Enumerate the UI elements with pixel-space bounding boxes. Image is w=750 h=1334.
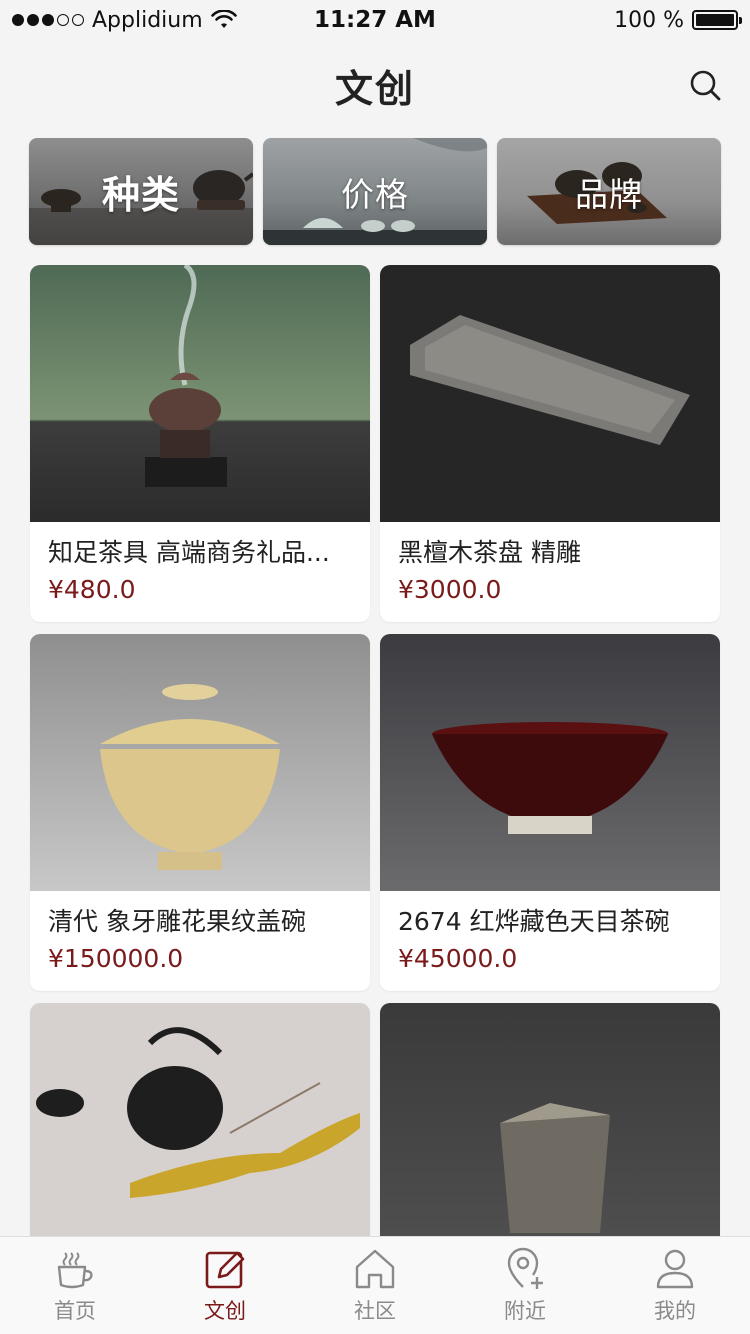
ivory-bowl-image	[30, 634, 370, 891]
tab-label: 我的	[654, 1299, 696, 1323]
tenmoku-bowl-image	[380, 634, 720, 891]
tab-label: 附近	[504, 1299, 546, 1323]
search-icon[interactable]	[688, 68, 722, 102]
product-price: ¥3000.0	[398, 575, 502, 604]
tab-creative[interactable]: 文创	[150, 1237, 300, 1334]
filter-brand-tile[interactable]: 品牌	[497, 138, 721, 245]
product-price: ¥45000.0	[398, 944, 518, 973]
location-icon	[507, 1247, 543, 1289]
tab-label: 文创	[204, 1299, 246, 1323]
tab-label: 社区	[354, 1299, 396, 1323]
filter-category-label: 种类	[101, 173, 180, 217]
teapot-gold-stand-image	[30, 1003, 370, 1260]
filter-price-label: 价格	[341, 174, 409, 214]
metal-pitcher-image	[380, 1003, 720, 1260]
status-left: Applidium	[12, 8, 237, 33]
tea-tray-image	[380, 265, 720, 522]
tab-label: 首页	[54, 1299, 96, 1323]
product-info: 2674 红烨藏色天目茶碗 ¥45000.0	[380, 891, 720, 979]
status-bar: Applidium 11:27 AM 100 %	[0, 0, 750, 40]
product-name: 知足茶具 高端商务礼品...	[48, 538, 330, 567]
navigation-header: 文创	[0, 40, 750, 130]
product-price: ¥150000.0	[48, 944, 184, 973]
status-right: 100 %	[614, 7, 742, 33]
product-name: 清代 象牙雕花果纹盖碗	[48, 907, 306, 936]
filter-brand-label: 品牌	[575, 174, 643, 214]
signal-strength-icon	[12, 14, 84, 26]
product-card[interactable]: 清代 象牙雕花果纹盖碗 ¥150000.0	[30, 634, 370, 991]
battery-percent: 100 %	[614, 7, 684, 33]
product-info: 清代 象牙雕花果纹盖碗 ¥150000.0	[30, 891, 370, 979]
tab-home[interactable]: 首页	[0, 1237, 150, 1334]
product-card[interactable]: 2674 红烨藏色天目茶碗 ¥45000.0	[380, 634, 720, 991]
incense-burner-image	[30, 265, 370, 522]
product-info: 黑檀木茶盘 精雕 ¥3000.0	[380, 522, 720, 610]
page-title: 文创	[334, 66, 415, 111]
edit-icon	[205, 1251, 245, 1289]
wifi-icon	[210, 10, 237, 28]
product-name: 黑檀木茶盘 精雕	[398, 538, 581, 567]
filter-category-tile[interactable]: 种类	[29, 138, 253, 245]
tab-community[interactable]: 社区	[300, 1237, 450, 1334]
product-grid: 知足茶具 高端商务礼品... ¥480.0 黑檀木茶盘 精雕 ¥3000.0 清…	[30, 265, 720, 1334]
tab-mine[interactable]: 我的	[600, 1237, 750, 1334]
product-info: 知足茶具 高端商务礼品... ¥480.0	[30, 522, 370, 610]
filter-tiles: 种类 价格 品牌	[29, 138, 721, 245]
product-name: 2674 红烨藏色天目茶碗	[398, 907, 670, 936]
carrier-name: Applidium	[92, 7, 203, 33]
product-card[interactable]: 黑檀木茶盘 精雕 ¥3000.0	[380, 265, 720, 622]
status-time: 11:27 AM	[314, 7, 436, 33]
product-price: ¥480.0	[48, 575, 136, 604]
battery-level	[696, 14, 734, 26]
user-icon	[656, 1249, 694, 1289]
bottom-tab-bar: 首页 文创 社区 附近 我的	[0, 1236, 750, 1334]
tab-nearby[interactable]: 附近	[450, 1237, 600, 1334]
product-card[interactable]: 知足茶具 高端商务礼品... ¥480.0	[30, 265, 370, 622]
coffee-cup-icon	[57, 1252, 93, 1289]
battery-icon	[692, 10, 742, 30]
filter-price-tile[interactable]: 价格	[263, 138, 487, 245]
home-icon	[355, 1249, 395, 1289]
